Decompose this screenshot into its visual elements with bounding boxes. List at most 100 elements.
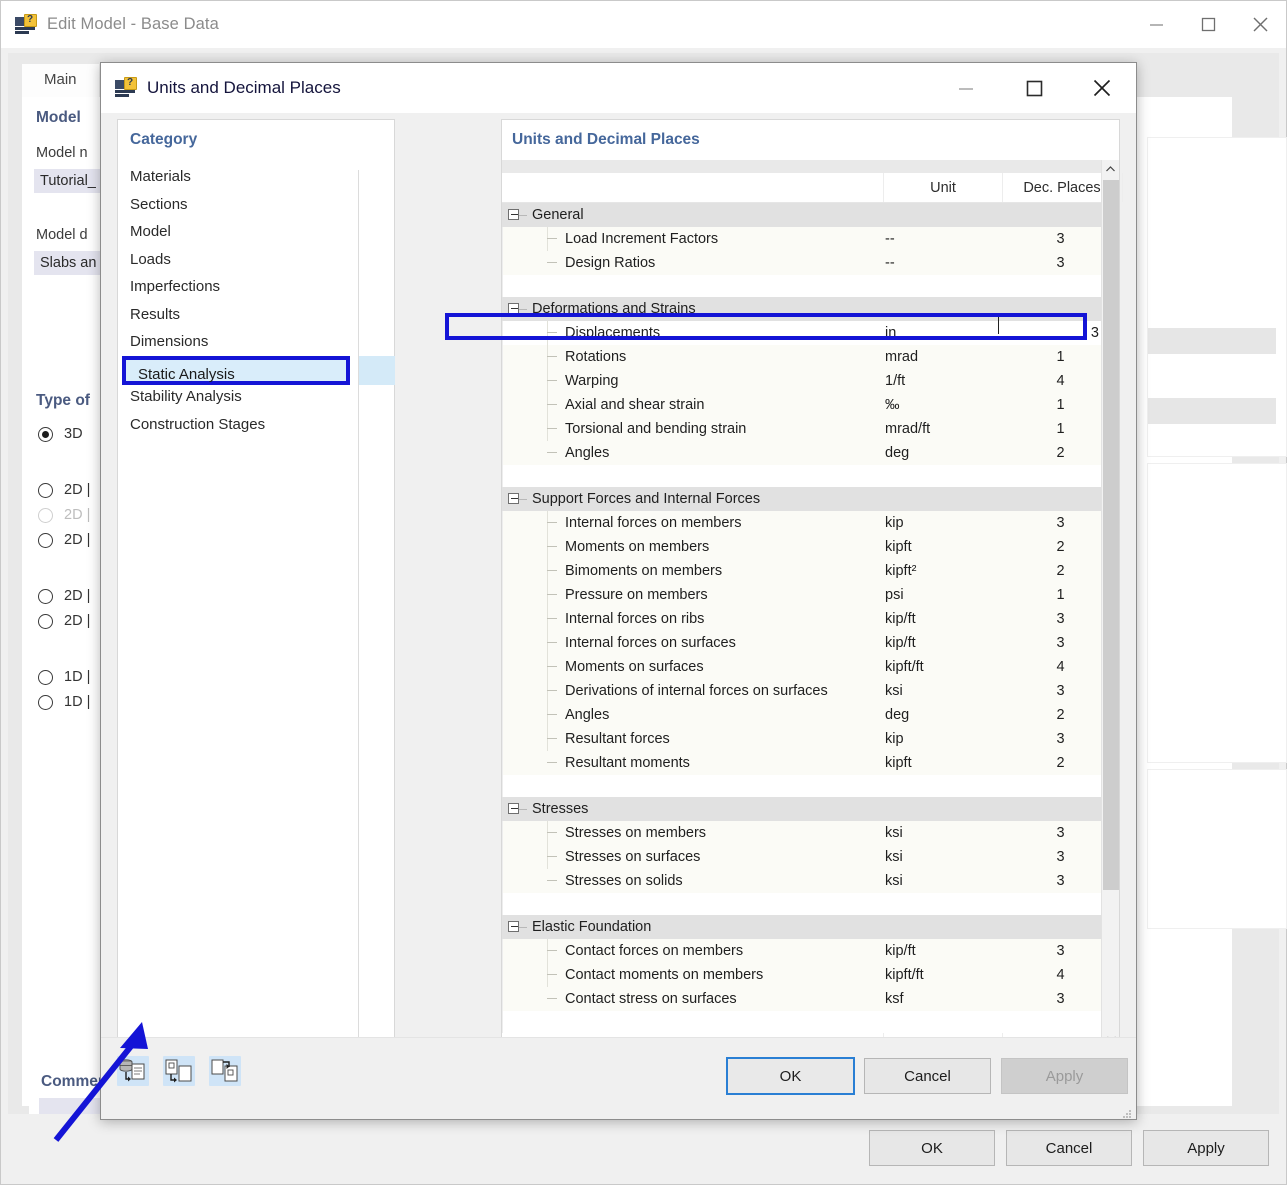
tab-main[interactable]: Main: [22, 64, 99, 97]
row-unit[interactable]: kip/ft: [885, 943, 916, 959]
row-unit[interactable]: --: [885, 231, 895, 247]
group-header[interactable]: General: [502, 203, 1119, 227]
table-row[interactable]: Resultant forces kip 3: [503, 727, 1119, 751]
group-header[interactable]: Stresses: [502, 797, 1119, 821]
radio-2d-3[interactable]: 2D |: [38, 532, 90, 548]
row-unit[interactable]: mrad/ft: [885, 421, 930, 437]
main-apply-button[interactable]: Apply: [1143, 1130, 1269, 1166]
row-unit[interactable]: psi: [885, 587, 904, 603]
save-to-file-icon[interactable]: [209, 1056, 241, 1086]
category-item-dimensions[interactable]: Dimensions: [118, 329, 394, 357]
dialog-close-button[interactable]: [1068, 63, 1136, 113]
category-item-static-analysis[interactable]: Static Analysis: [122, 356, 350, 385]
category-item-sections[interactable]: Sections: [118, 192, 394, 220]
category-item-construction-stages[interactable]: Construction Stages: [118, 412, 394, 440]
table-row[interactable]: Internal forces on ribs kip/ft 3: [503, 607, 1119, 631]
column-header-unit[interactable]: Unit: [884, 173, 1002, 203]
column-header-name[interactable]: [502, 173, 882, 203]
row-unit[interactable]: kip: [885, 515, 904, 531]
row-unit[interactable]: kip: [885, 731, 904, 747]
table-row[interactable]: Contact forces on members kip/ft 3: [503, 939, 1119, 963]
radio-2d-1[interactable]: 2D |: [38, 482, 90, 498]
radio-1d-1[interactable]: 1D |: [38, 669, 90, 685]
maximize-button[interactable]: [1182, 1, 1234, 48]
load-from-file-icon[interactable]: [163, 1056, 195, 1086]
table-row[interactable]: Resultant moments kipft 2: [503, 751, 1119, 775]
dialog-maximize-button[interactable]: [1000, 63, 1068, 113]
table-scrollbar[interactable]: [1101, 160, 1119, 1048]
category-item-results[interactable]: Results: [118, 302, 394, 330]
category-item-loads[interactable]: Loads: [118, 247, 394, 275]
row-unit[interactable]: in: [885, 325, 896, 341]
table-row[interactable]: Contact stress on surfaces ksf 3: [503, 987, 1119, 1011]
radio-3d[interactable]: 3D: [38, 426, 90, 442]
table-row[interactable]: Internal forces on members kip 3: [503, 511, 1119, 535]
table-row[interactable]: Angles deg 2: [503, 703, 1119, 727]
table-row[interactable]: Internal forces on surfaces kip/ft 3: [503, 631, 1119, 655]
row-unit[interactable]: 1/ft: [885, 373, 905, 389]
table-row[interactable]: Warping 1/ft 4: [503, 369, 1119, 393]
table-row[interactable]: Moments on surfaces kipft/ft 4: [503, 655, 1119, 679]
table-row[interactable]: Derivations of internal forces on surfac…: [503, 679, 1119, 703]
row-unit[interactable]: ksi: [885, 849, 903, 865]
row-unit[interactable]: kip/ft: [885, 611, 916, 627]
main-ok-button[interactable]: OK: [869, 1130, 995, 1166]
row-unit[interactable]: kipft/ft: [885, 967, 924, 983]
table-row[interactable]: Axial and shear strain ‰ 1: [503, 393, 1119, 417]
minimize-button[interactable]: [1130, 1, 1182, 48]
table-row[interactable]: Rotations mrad 1: [503, 345, 1119, 369]
scroll-up-icon[interactable]: [1102, 160, 1119, 178]
close-button[interactable]: [1234, 1, 1286, 48]
resize-grip[interactable]: [1122, 1106, 1132, 1118]
units-table-body[interactable]: General Load Increment Factors -- 3 Desi…: [502, 203, 1119, 1048]
row-unit[interactable]: deg: [885, 707, 909, 723]
group-header[interactable]: Deformations and Strains: [502, 297, 1119, 321]
table-row[interactable]: Bimoments on members kipft² 2: [503, 559, 1119, 583]
table-row[interactable]: Moments on members kipft 2: [503, 535, 1119, 559]
dialog-ok-button[interactable]: OK: [726, 1057, 855, 1095]
table-row[interactable]: Stresses on surfaces ksi 3: [503, 845, 1119, 869]
row-unit[interactable]: ksi: [885, 873, 903, 889]
collapse-icon[interactable]: [508, 803, 519, 814]
table-row[interactable]: Design Ratios -- 3: [503, 251, 1119, 275]
scrollbar-thumb[interactable]: [1103, 180, 1119, 890]
collapse-icon[interactable]: [508, 921, 519, 932]
row-unit[interactable]: ‰: [885, 397, 900, 413]
category-item-materials[interactable]: Materials: [118, 164, 394, 192]
category-item-model[interactable]: Model: [118, 219, 394, 247]
radio-1d-2[interactable]: 1D |: [38, 694, 90, 710]
row-dec-places-editor[interactable]: 3: [1003, 325, 1099, 341]
row-unit[interactable]: --: [885, 255, 895, 271]
row-unit[interactable]: deg: [885, 445, 909, 461]
radio-2d-4[interactable]: 2D |: [38, 588, 90, 604]
table-row[interactable]: Angles deg 2: [503, 441, 1119, 465]
dialog-minimize-button[interactable]: [932, 63, 1000, 113]
row-unit[interactable]: kipft²: [885, 563, 916, 579]
row-unit[interactable]: kipft: [885, 755, 912, 771]
collapse-icon[interactable]: [508, 303, 519, 314]
main-cancel-button[interactable]: Cancel: [1006, 1130, 1132, 1166]
group-header[interactable]: Support Forces and Internal Forces: [502, 487, 1119, 511]
radio-2d-5[interactable]: 2D |: [38, 613, 90, 629]
row-unit[interactable]: ksf: [885, 991, 904, 1007]
collapse-icon[interactable]: [508, 493, 519, 504]
row-unit[interactable]: mrad: [885, 349, 918, 365]
table-row[interactable]: Torsional and bending strain mrad/ft 1: [503, 417, 1119, 441]
category-item-imperfections[interactable]: Imperfections: [118, 274, 394, 302]
collapse-icon[interactable]: [508, 209, 519, 220]
table-row[interactable]: Contact moments on members kipft/ft 4: [503, 963, 1119, 987]
table-row-displacements[interactable]: Displacements in 3: [503, 321, 1119, 345]
table-row[interactable]: Stresses on solids ksi 3: [503, 869, 1119, 893]
dialog-cancel-button[interactable]: Cancel: [864, 1058, 991, 1094]
row-unit[interactable]: ksi: [885, 683, 903, 699]
table-row[interactable]: Load Increment Factors -- 3: [503, 227, 1119, 251]
row-unit[interactable]: kipft: [885, 539, 912, 555]
import-from-database-icon[interactable]: [117, 1056, 149, 1086]
row-unit[interactable]: kip/ft: [885, 635, 916, 651]
row-unit[interactable]: ksi: [885, 825, 903, 841]
group-header[interactable]: Elastic Foundation: [502, 915, 1119, 939]
row-unit[interactable]: kipft/ft: [885, 659, 924, 675]
table-row[interactable]: Stresses on members ksi 3: [503, 821, 1119, 845]
table-row[interactable]: Pressure on members psi 1: [503, 583, 1119, 607]
row-name: Angles: [565, 707, 610, 723]
